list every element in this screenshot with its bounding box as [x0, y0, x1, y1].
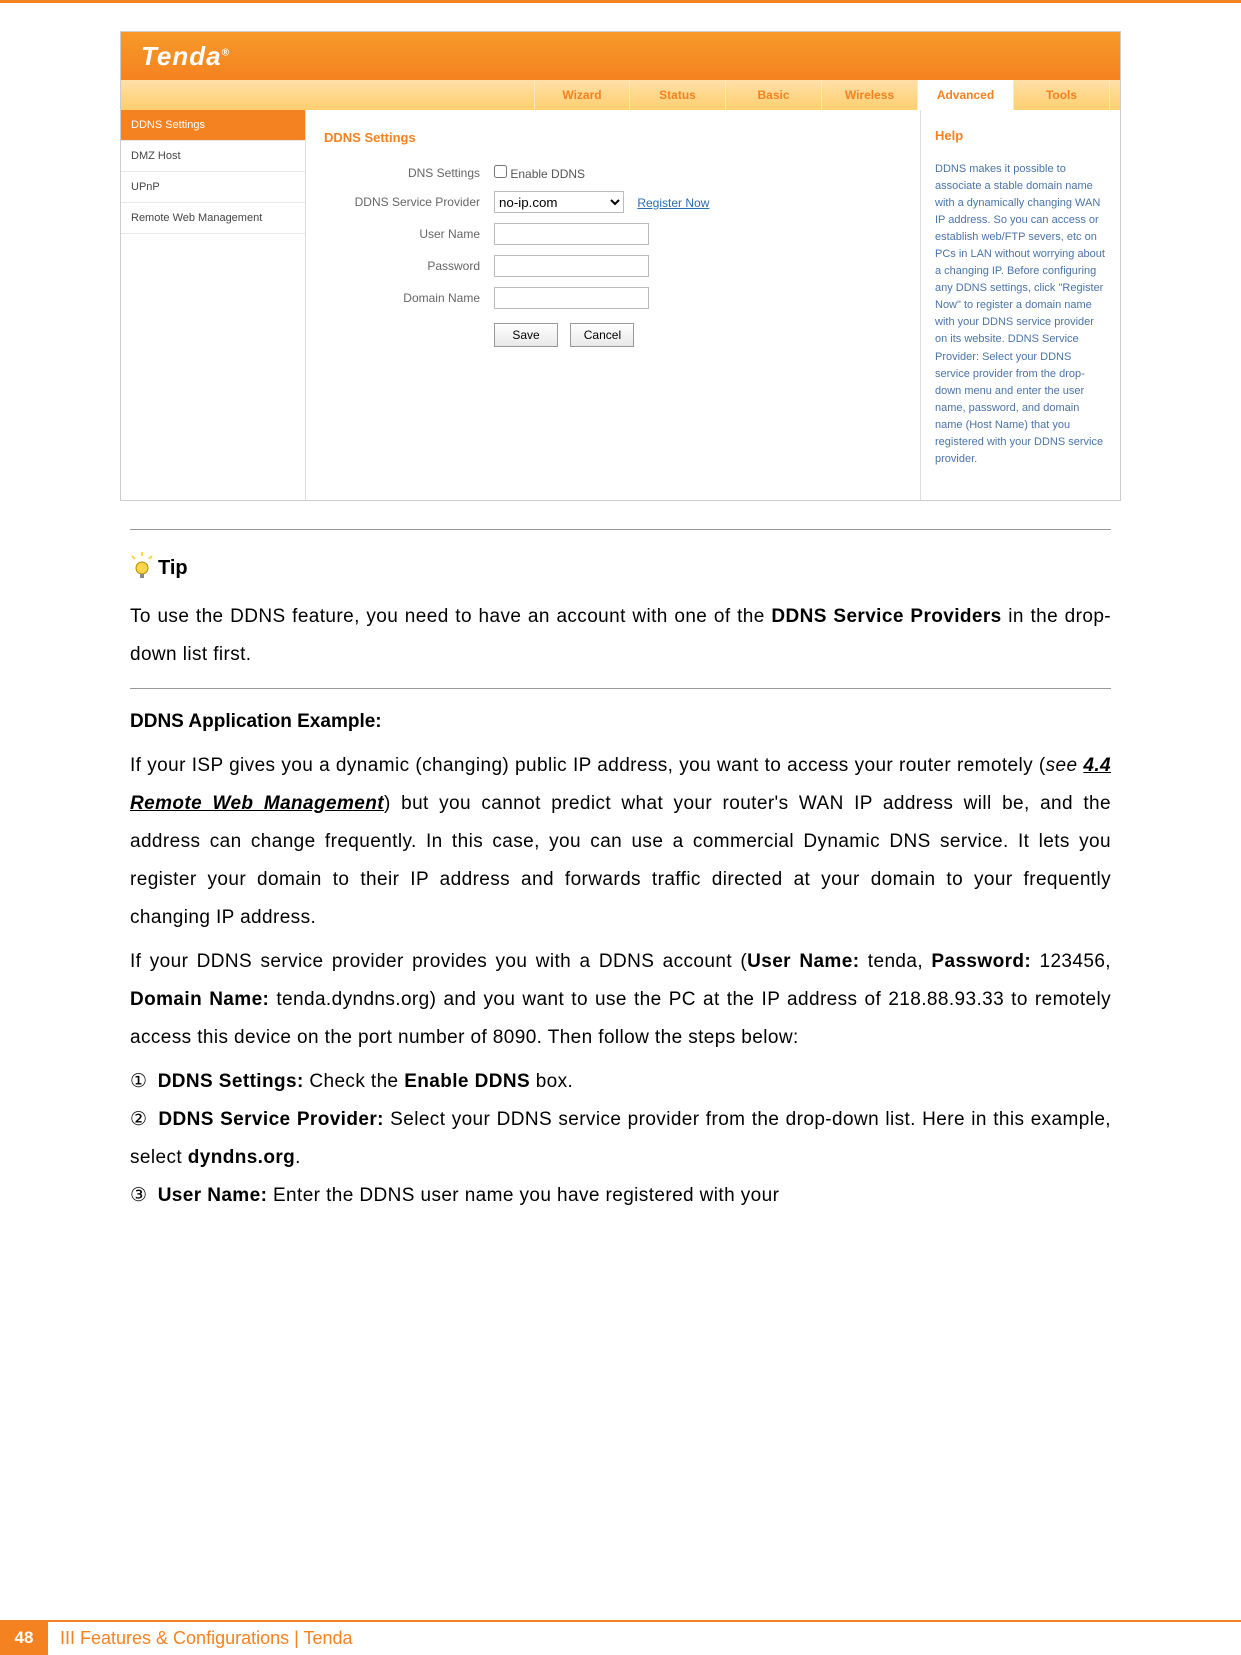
page-number: 48 — [0, 1621, 48, 1655]
sidebar: DDNS Settings DMZ Host UPnP Remote Web M… — [121, 110, 306, 500]
provider-select[interactable]: no-ip.com — [494, 191, 624, 213]
page-top-rule — [0, 0, 1241, 3]
cancel-button[interactable]: Cancel — [570, 323, 634, 347]
nav-tabs: Wizard Status Basic Wireless Advanced To… — [121, 80, 1120, 110]
tip-paragraph: To use the DDNS feature, you need to hav… — [130, 598, 1111, 674]
step-3: ③ User Name: Enter the DDNS user name yo… — [130, 1177, 1111, 1215]
page-footer: 48 III Features & Configurations | Tenda — [0, 1620, 1241, 1654]
router-header: Tenda® — [121, 32, 1120, 80]
password-input[interactable] — [494, 255, 649, 277]
sidebar-item-upnp[interactable]: UPnP — [121, 172, 305, 203]
lightbulb-icon — [130, 552, 154, 580]
tab-status[interactable]: Status — [630, 80, 726, 110]
username-input[interactable] — [494, 223, 649, 245]
tab-basic[interactable]: Basic — [726, 80, 822, 110]
example-heading: DDNS Application Example: — [130, 711, 1111, 733]
tab-wireless[interactable]: Wireless — [822, 80, 918, 110]
router-screenshot: Tenda® Wizard Status Basic Wireless Adva… — [120, 31, 1121, 501]
sidebar-item-ddns-settings[interactable]: DDNS Settings — [121, 110, 305, 141]
help-panel: Help DDNS makes it possible to associate… — [920, 110, 1120, 500]
help-text: DDNS makes it possible to associate a st… — [935, 161, 1106, 468]
tab-advanced[interactable]: Advanced — [918, 80, 1014, 110]
save-button[interactable]: Save — [494, 323, 558, 347]
enable-ddns-checkbox[interactable] — [494, 165, 507, 178]
label-provider: DDNS Service Provider — [324, 195, 494, 209]
label-domain: Domain Name — [324, 291, 494, 305]
footer-text: III Features & Configurations | Tenda — [48, 1628, 353, 1649]
router-body: DDNS Settings DMZ Host UPnP Remote Web M… — [121, 110, 1120, 500]
panel-title: DDNS Settings — [324, 130, 902, 145]
label-username: User Name — [324, 227, 494, 241]
tab-tools[interactable]: Tools — [1014, 80, 1110, 110]
help-title: Help — [935, 128, 1106, 143]
divider — [130, 529, 1111, 530]
register-now-link[interactable]: Register Now — [637, 196, 709, 210]
tip-heading: Tip — [158, 557, 188, 580]
enable-ddns-label: Enable DDNS — [510, 167, 585, 181]
step-1: ① DDNS Settings: Check the Enable DDNS b… — [130, 1063, 1111, 1101]
label-password: Password — [324, 259, 494, 273]
example-paragraph-1: If your ISP gives you a dynamic (changin… — [130, 747, 1111, 937]
logo: Tenda® — [141, 41, 230, 72]
tab-wizard[interactable]: Wizard — [534, 80, 630, 110]
label-dns-settings: DNS Settings — [324, 166, 494, 180]
step-2: ② DDNS Service Provider: Select your DDN… — [130, 1101, 1111, 1177]
sidebar-item-dmz-host[interactable]: DMZ Host — [121, 141, 305, 172]
doc-content: Tip To use the DDNS feature, you need to… — [130, 529, 1111, 1215]
sidebar-item-remote-web[interactable]: Remote Web Management — [121, 203, 305, 234]
domain-input[interactable] — [494, 287, 649, 309]
settings-panel: DDNS Settings DNS Settings Enable DDNS D… — [306, 110, 920, 500]
divider-2 — [130, 688, 1111, 689]
example-paragraph-2: If your DDNS service provider provides y… — [130, 943, 1111, 1057]
